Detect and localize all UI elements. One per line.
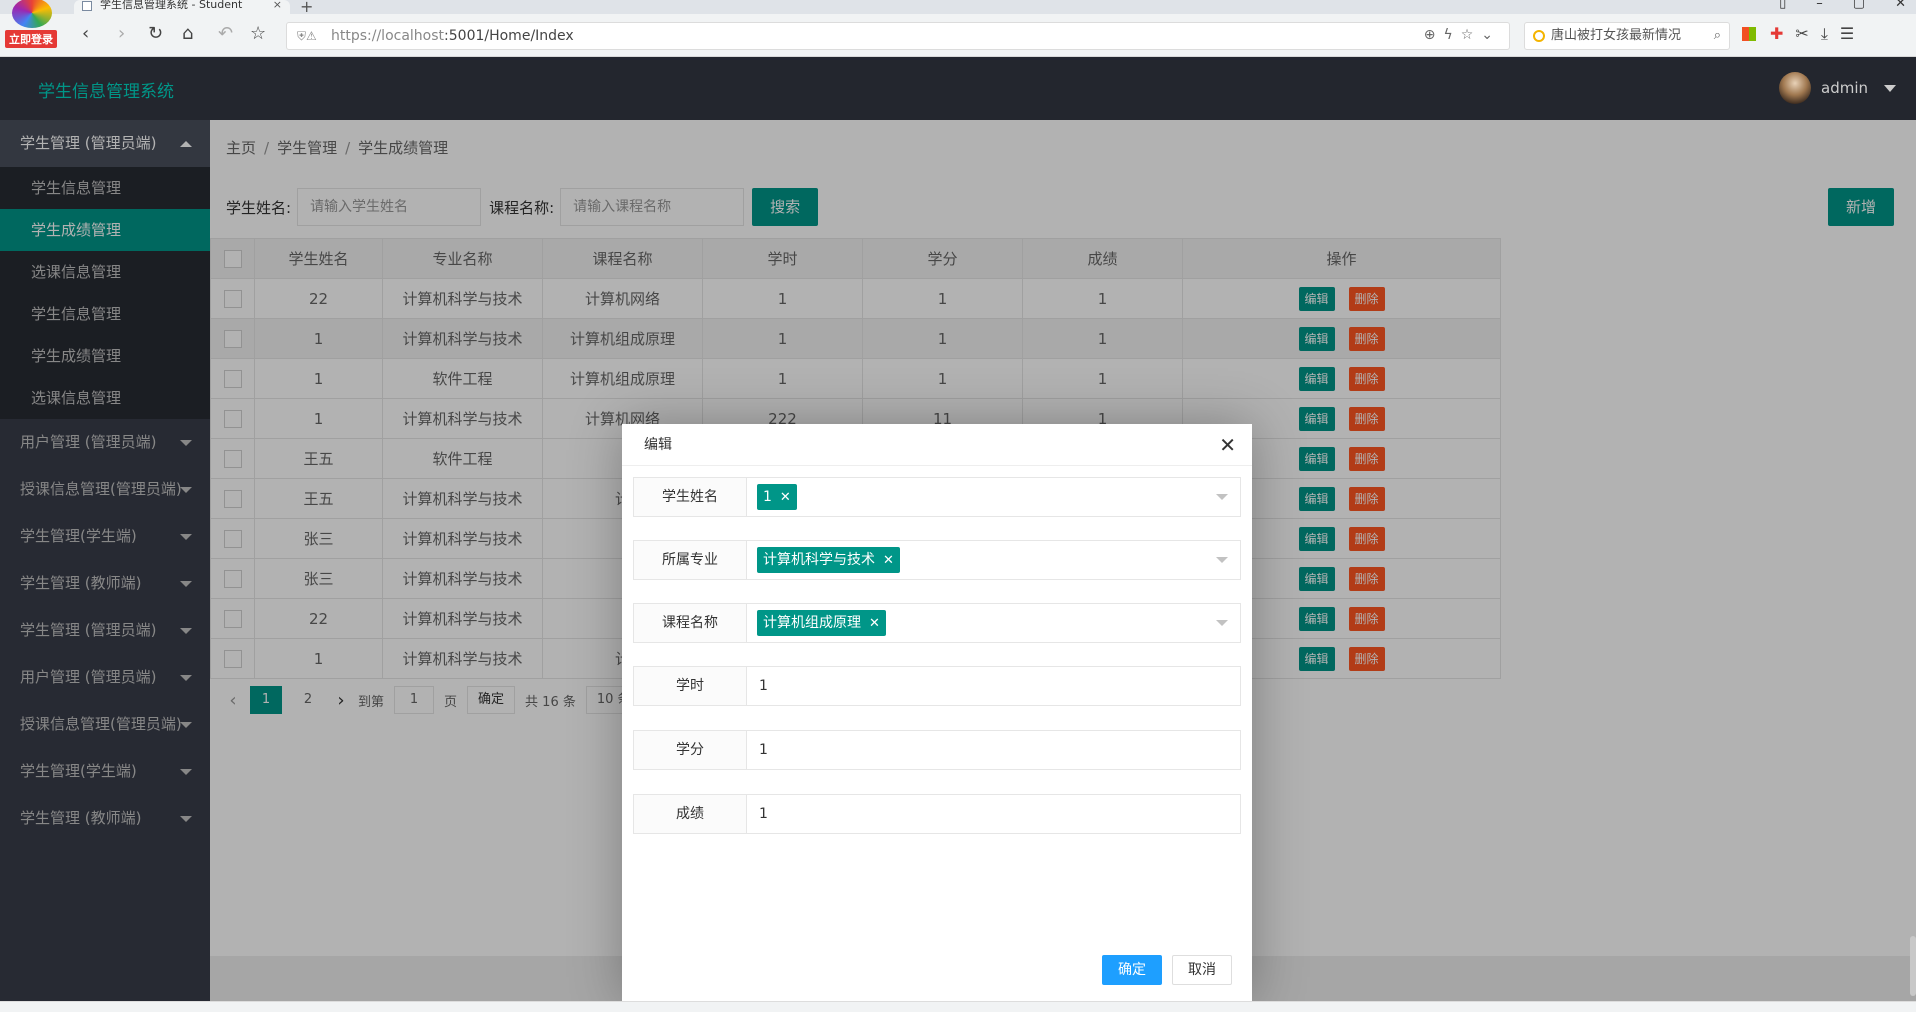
browser-search-box[interactable]: 唐山被打女孩最新情况 ⌕ (1524, 22, 1730, 50)
major-field-label: 所属专业 (633, 540, 747, 580)
form-row-major: 所属专业 计算机科学与技术 ✕ (633, 540, 1241, 580)
course-field-label: 课程名称 (633, 603, 747, 643)
hours-input[interactable]: 1 (746, 666, 1241, 706)
app-title[interactable]: 学生信息管理系统 (38, 77, 174, 102)
chevron-down-icon (1216, 620, 1228, 626)
game-icon[interactable]: ✚ (1770, 24, 1795, 43)
restore-icon[interactable]: ▯ (1779, 0, 1786, 11)
caret-down-icon[interactable] (1884, 84, 1896, 92)
remove-tag-icon[interactable]: ✕ (869, 616, 880, 631)
scissors-icon[interactable]: ✂ (1795, 24, 1820, 43)
close-icon[interactable]: ✕ (1219, 424, 1236, 466)
search-suggestion: 唐山被打女孩最新情况 (1551, 28, 1682, 43)
new-tab-icon[interactable]: + (300, 0, 313, 16)
chevron-down-icon[interactable]: ⌄ (1481, 27, 1501, 43)
url-text: https://localhost:5001/Home/Index (331, 28, 574, 44)
form-row-credits: 学分 1 (633, 730, 1241, 770)
tab-title: 学生信息管理系统 - Student (100, 0, 243, 11)
apps-icon[interactable] (1742, 27, 1756, 41)
back-icon[interactable]: ‹ (82, 24, 89, 44)
selected-tag: 计算机科学与技术 ✕ (757, 547, 900, 573)
bookmark-star-icon[interactable]: ☆ (250, 24, 266, 44)
dialog-title: 编辑 (644, 437, 672, 453)
confirm-button[interactable]: 确定 (1102, 955, 1162, 985)
edit-dialog: 编辑 ✕ 学生姓名 1 ✕ 所属专业 计算机科学与技术 ✕ 课程名称 计算机组成原理… (622, 424, 1252, 1001)
dialog-header: 编辑 ✕ (622, 424, 1252, 466)
close-icon[interactable]: × (273, 0, 282, 10)
avatar[interactable] (1779, 72, 1811, 104)
selected-tag: 1 ✕ (757, 484, 797, 510)
browser-chrome: 学生信息管理系统 - Student × + ▯ – ▢ ✕ 立即登录 ‹ › … (0, 0, 1916, 57)
minimize-icon[interactable]: – (1816, 0, 1823, 11)
lightning-icon[interactable]: ϟ (1443, 27, 1460, 43)
chevron-down-icon (1216, 557, 1228, 563)
remove-tag-icon[interactable]: ✕ (780, 490, 791, 505)
score-input[interactable]: 1 (746, 794, 1241, 834)
form-row-score: 成绩 1 (633, 794, 1241, 834)
student-name-select[interactable]: 1 ✕ (746, 477, 1241, 517)
shield-lock-icon: ⛨⚠ (297, 29, 317, 43)
username[interactable]: admin (1821, 79, 1868, 97)
score-field-label: 成绩 (633, 794, 747, 834)
dialog-footer: 确定 取消 (1102, 955, 1232, 985)
address-bar[interactable]: ⛨⚠ https://localhost:5001/Home/Index ⊕ϟ☆… (286, 22, 1510, 50)
credits-input[interactable]: 1 (746, 730, 1241, 770)
download-icon[interactable]: ⤓ (1821, 24, 1840, 43)
course-select[interactable]: 计算机组成原理 ✕ (746, 603, 1241, 643)
menu-icon[interactable]: ☰ (1840, 24, 1866, 43)
forward-icon[interactable]: › (118, 24, 125, 44)
address-bar-icons: ⊕ϟ☆⌄ (1424, 27, 1501, 43)
form-row-course: 课程名称 计算机组成原理 ✕ (633, 603, 1241, 643)
browser-status-bar (0, 1001, 1916, 1012)
maximize-icon[interactable]: ▢ (1853, 0, 1865, 11)
home-icon[interactable]: ⌂ (182, 24, 193, 44)
selected-tag: 计算机组成原理 ✕ (757, 610, 886, 636)
search-engine-icon (1533, 30, 1545, 42)
remove-tag-icon[interactable]: ✕ (883, 553, 894, 568)
form-row-student: 学生姓名 1 ✕ (633, 477, 1241, 517)
tab-strip: 学生信息管理系统 - Student × + ▯ – ▢ ✕ (0, 0, 1916, 16)
browser-logo[interactable] (12, 0, 52, 28)
user-menu[interactable]: admin (1779, 72, 1896, 104)
student-name-field-label: 学生姓名 (633, 477, 747, 517)
zoom-icon[interactable]: ⊕ (1424, 27, 1444, 43)
window-controls: ▯ – ▢ ✕ (1779, 0, 1906, 11)
login-badge[interactable]: 立即登录 (5, 30, 57, 48)
browser-tab[interactable]: 学生信息管理系统 - Student × (74, 0, 290, 14)
search-icon[interactable]: ⌕ (1714, 23, 1721, 49)
app-header: 学生信息管理系统 admin (0, 57, 1916, 120)
page-icon (82, 1, 92, 11)
major-select[interactable]: 计算机科学与技术 ✕ (746, 540, 1241, 580)
chevron-down-icon (1216, 494, 1228, 500)
star-icon[interactable]: ☆ (1461, 27, 1482, 43)
undo-icon[interactable]: ↶ (218, 24, 233, 44)
scrollbar[interactable] (1910, 936, 1916, 996)
reload-icon[interactable]: ↻ (148, 24, 163, 44)
extension-icons: ✚✂⤓☰ (1742, 24, 1866, 44)
form-row-hours: 学时 1 (633, 666, 1241, 706)
cancel-button[interactable]: 取消 (1172, 955, 1232, 985)
credits-field-label: 学分 (633, 730, 747, 770)
hours-field-label: 学时 (633, 666, 747, 706)
close-window-icon[interactable]: ✕ (1895, 0, 1906, 11)
